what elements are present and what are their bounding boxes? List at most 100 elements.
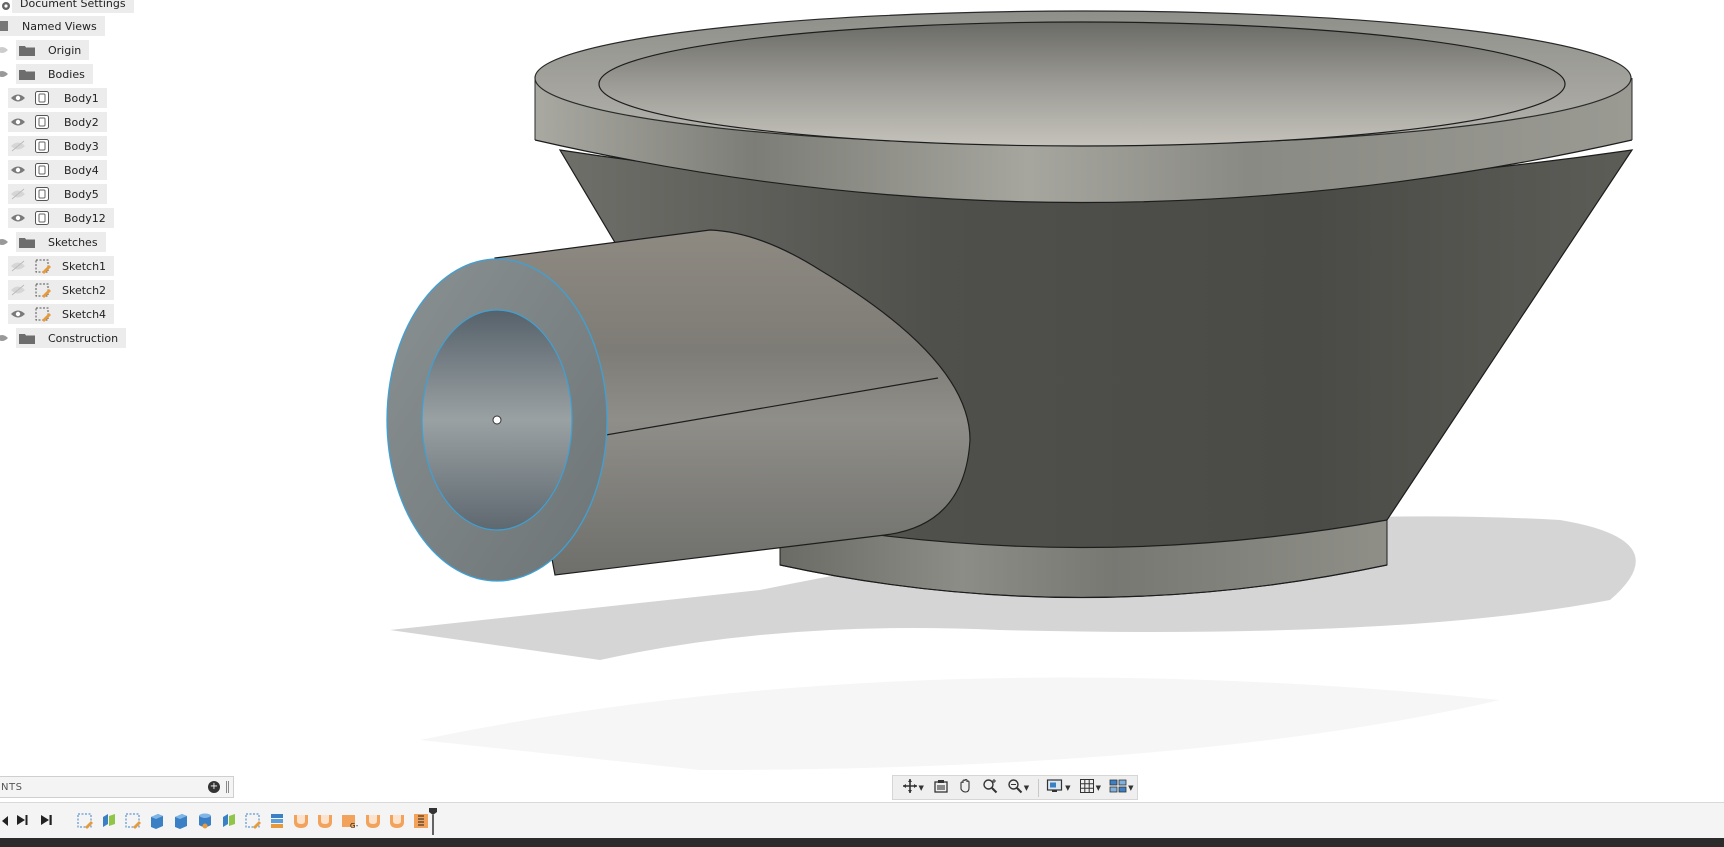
fit-icon [1007,778,1023,798]
timeline-fillet-icon[interactable] [292,812,310,830]
sketch-icon [34,306,52,322]
body-icon [34,210,50,226]
orbit-button[interactable]: ▼ [897,777,928,799]
eye-hidden-icon[interactable] [10,188,26,200]
sketch-icon [34,282,52,298]
timeline-sketch-icon[interactable] [244,812,262,830]
tree-construction[interactable]: Construction [0,327,127,349]
folder-icon [18,43,36,57]
tree-sketch2[interactable]: Sketch2 [8,279,115,301]
pan-icon [957,778,973,798]
eye-icon[interactable] [0,68,16,80]
tree-label: Body1 [64,91,99,105]
fit-button[interactable]: ▼ [1002,777,1033,799]
body-icon [34,138,50,154]
tree-sketches[interactable]: Sketches [0,231,106,253]
tree-label: Body2 [64,115,99,129]
step-end-icon [39,812,53,831]
model-canvas[interactable] [0,0,1724,800]
pan-button[interactable] [953,777,978,799]
tree-body2[interactable]: Body2 [8,111,107,133]
timeline-extrude-icon[interactable] [100,812,118,830]
eye-icon[interactable] [10,308,26,320]
zoom-icon [982,778,998,798]
look-at-icon [933,778,949,798]
body-icon [34,162,50,178]
toolbar-divider [1037,778,1039,797]
tree-body12[interactable]: Body12 [8,207,114,229]
step-back-button[interactable] [0,812,10,830]
timeline-body-icon[interactable] [148,812,166,830]
status-bar [0,838,1724,847]
tree-body4[interactable]: Body4 [8,159,107,181]
tree-label: Body5 [64,187,99,201]
comments-title: NTS [1,781,23,793]
comments-panel[interactable]: NTS + [0,776,234,798]
step-end-button[interactable] [38,812,54,830]
tree-document-settings[interactable]: Document Settings [0,0,134,14]
eye-icon[interactable] [10,116,26,128]
tree-label: Sketches [48,235,98,249]
add-comment-icon[interactable]: + [208,781,220,793]
timeline-body-icon[interactable] [172,812,190,830]
tree-origin[interactable]: Origin [0,39,90,61]
folder-icon [18,331,36,345]
eye-icon[interactable] [10,164,26,176]
eye-hidden-icon[interactable] [10,140,26,152]
tree-sketch1[interactable]: Sketch1 [8,255,115,277]
panel-grip-icon[interactable] [226,781,229,793]
eye-icon[interactable] [0,332,16,344]
eye-icon[interactable] [0,236,16,248]
eye-icon[interactable] [10,92,26,104]
tree-label: Document Settings [12,0,134,13]
folder-icon [18,235,36,249]
folder-icon [0,19,12,33]
timeline-marker-icon[interactable] [428,807,438,835]
timeline-sketch-icon[interactable] [124,812,142,830]
eye-hidden-icon[interactable] [10,284,26,296]
timeline-fillet-icon[interactable] [388,812,406,830]
timeline-combine-icon[interactable]: G+ [340,812,361,830]
caret-down-icon: ▼ [1065,783,1071,792]
timeline: G+ [0,802,1724,838]
look-at-button[interactable] [928,777,953,799]
grid-settings-icon [1079,778,1095,798]
tree-label: Origin [48,43,82,57]
tree-label: Named Views [22,19,97,33]
grid-settings-button[interactable]: ▼ [1074,777,1105,799]
eye-icon[interactable] [10,212,26,224]
timeline-fillet-icon[interactable] [316,812,334,830]
timeline-sketch-icon[interactable] [76,812,94,830]
caret-down-icon: ▼ [1023,783,1030,792]
timeline-extrude-icon[interactable] [220,812,238,830]
tree-body1[interactable]: Body1 [8,87,107,109]
tree-body5[interactable]: Body5 [8,183,107,205]
caret-down-icon: ▼ [1128,783,1134,792]
timeline-revolve-icon[interactable] [196,812,214,830]
zoom-button[interactable] [978,777,1003,799]
svg-text:G+: G+ [350,822,358,830]
timeline-fillet-icon[interactable] [364,812,382,830]
caret-down-icon: ▼ [918,783,924,792]
tree-label: Body4 [64,163,99,177]
step-back-icon [1,812,9,831]
eye-hidden-icon[interactable] [10,260,26,272]
play-button[interactable] [14,812,30,830]
fusion-workspace: Document Settings Named Views Origin Bod… [0,0,1724,847]
tree-sketch4[interactable]: Sketch4 [8,303,115,325]
timeline-shell-icon[interactable] [268,812,286,830]
viewports-button[interactable]: ▼ [1106,777,1137,799]
tree-label: Sketch4 [62,307,107,321]
tree-bodies[interactable]: Bodies [0,63,93,85]
navigation-bar: ▼ ▼ ▼ ▼ ▼ [892,775,1138,800]
display-settings-button[interactable]: ▼ [1043,777,1074,799]
tree-label: Body3 [64,139,99,153]
tree-label: Bodies [48,67,85,81]
tree-label: Construction [48,331,119,345]
tree-body3[interactable]: Body3 [8,135,107,157]
eye-hidden-icon[interactable] [0,44,16,56]
orbit-icon [902,778,918,798]
3d-viewport[interactable] [0,0,1724,800]
play-icon [15,812,29,831]
tree-named-views[interactable]: Named Views [0,15,105,37]
